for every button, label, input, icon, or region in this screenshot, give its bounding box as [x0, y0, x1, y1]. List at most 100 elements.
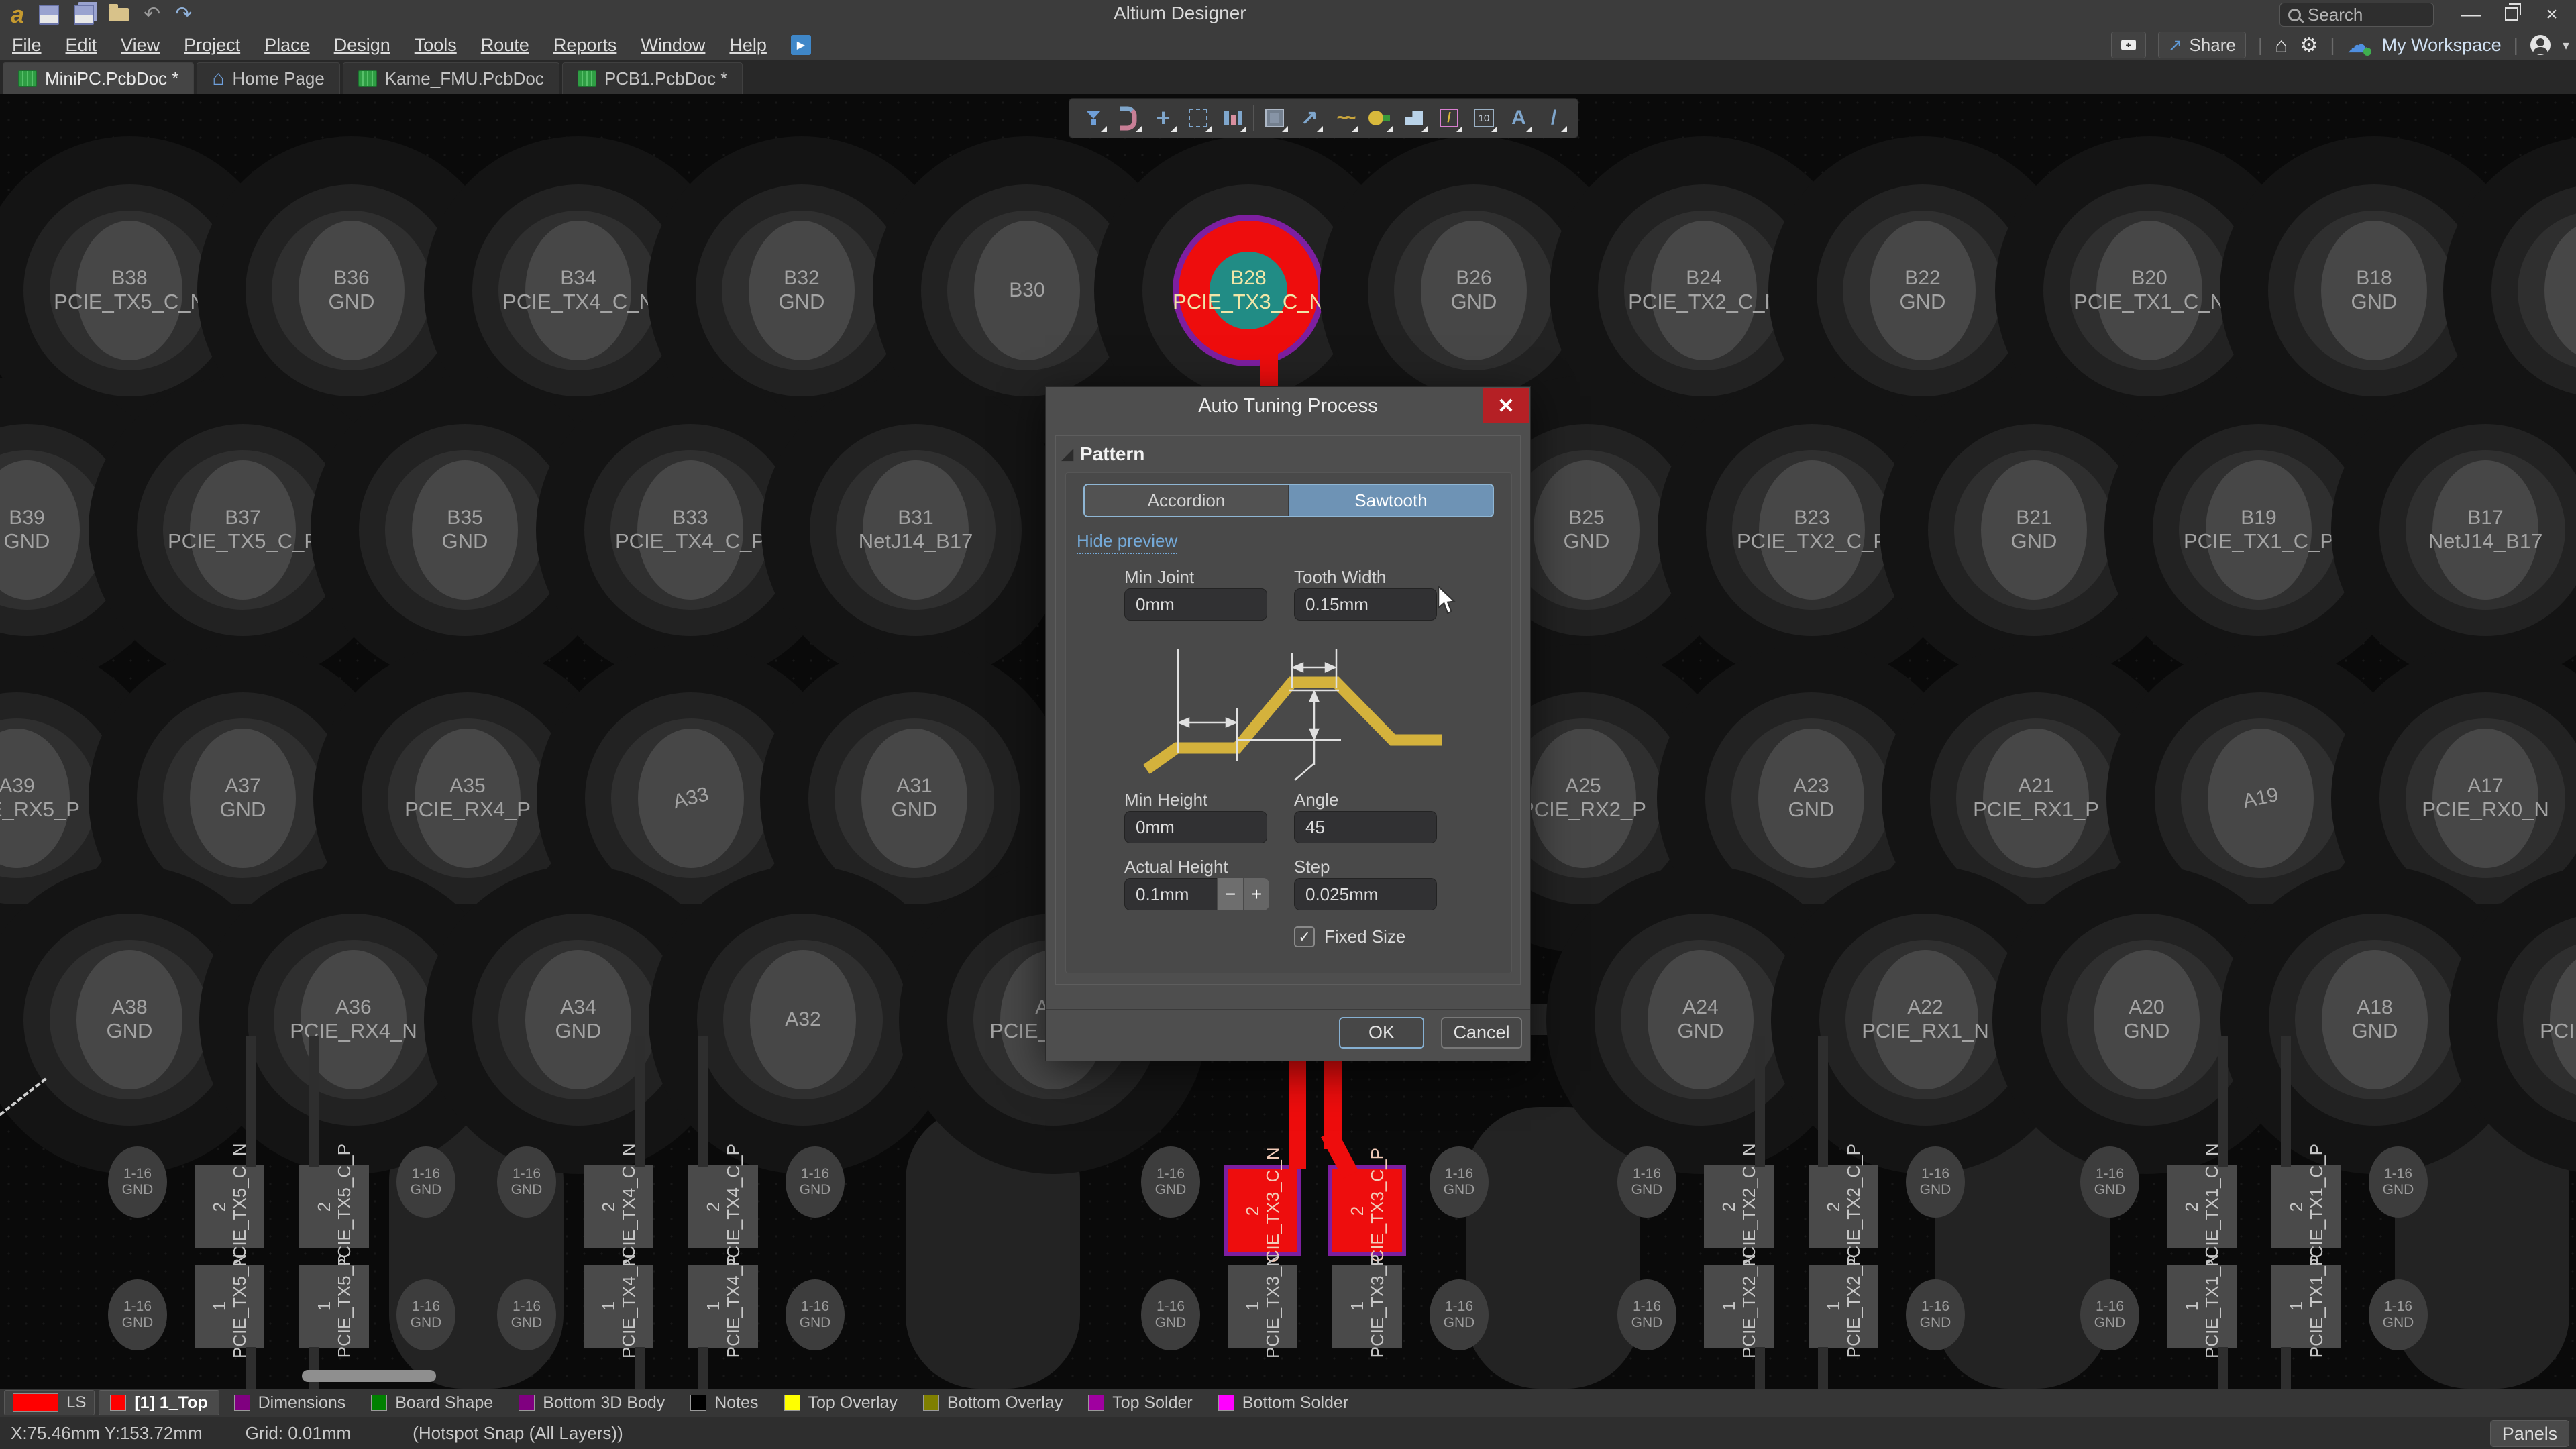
gnd-through-pad[interactable]: 1-16GND: [396, 1146, 455, 1218]
chevron-down-icon[interactable]: ▾: [2563, 37, 2569, 54]
layer-tab-bottom-3d-body[interactable]: Bottom 3D Body: [508, 1391, 676, 1415]
menu-place[interactable]: Place: [264, 35, 310, 56]
layer-tab-top-solder[interactable]: Top Solder: [1077, 1391, 1203, 1415]
layer-tab-dimensions[interactable]: Dimensions: [223, 1391, 357, 1415]
interactive-tune-icon[interactable]: ~~: [1330, 103, 1359, 133]
gnd-through-pad[interactable]: 1-16GND: [1617, 1146, 1676, 1218]
smd-pad-PCIE_TX5_N[interactable]: 1PCIE_TX5_N: [195, 1265, 264, 1348]
measure-icon[interactable]: 10: [1469, 103, 1499, 133]
min-height-input[interactable]: 0mm: [1124, 811, 1267, 843]
smd-pad-PCIE_TX5_C_N[interactable]: 2PCIE_TX5_C_N: [195, 1165, 264, 1248]
gnd-through-pad[interactable]: 1-16GND: [2369, 1279, 2428, 1350]
menu-file[interactable]: File: [12, 35, 42, 56]
layer-tab-board-shape[interactable]: Board Shape: [360, 1391, 504, 1415]
settings-gear-icon[interactable]: ⚙: [2300, 34, 2318, 57]
doc-tab-kame-fmu-pcbdoc[interactable]: Kame_FMU.PcbDoc: [343, 62, 559, 94]
gnd-through-pad[interactable]: 1-16GND: [108, 1279, 167, 1350]
home-icon[interactable]: ⌂: [2275, 33, 2288, 58]
smd-pad-PCIE_TX2_N[interactable]: 1PCIE_TX2_N: [1704, 1265, 1774, 1348]
doc-tab-minipc-pcbdoc-[interactable]: MiniPC.PcbDoc *: [3, 62, 194, 94]
gnd-through-pad[interactable]: 1-16GND: [786, 1279, 845, 1350]
gnd-through-pad[interactable]: 1-16GND: [1430, 1279, 1489, 1350]
panels-button[interactable]: Panels: [2490, 1420, 2569, 1447]
smd-pad-PCIE_TX4_P[interactable]: 1PCIE_TX4_P: [688, 1265, 758, 1348]
save-icon[interactable]: [39, 5, 59, 25]
comment-button[interactable]: +: [2111, 32, 2146, 58]
menu-window[interactable]: Window: [641, 35, 705, 56]
crosshair-tool-icon[interactable]: +: [1148, 103, 1178, 133]
gnd-through-pad[interactable]: 1-16GND: [497, 1146, 556, 1218]
menu-edit[interactable]: Edit: [66, 35, 97, 56]
layer-tab-top-overlay[interactable]: Top Overlay: [773, 1391, 908, 1415]
smd-pad-PCIE_TX4_C_N[interactable]: 2PCIE_TX4_C_N: [584, 1165, 653, 1248]
actual-height-input[interactable]: 0.1mm − +: [1124, 878, 1267, 910]
polygon-pour-icon[interactable]: [1399, 103, 1429, 133]
tab-accordion[interactable]: Accordion: [1085, 485, 1289, 516]
gnd-through-pad[interactable]: 1-16GND: [2080, 1146, 2139, 1218]
share-button[interactable]: ↗ Share: [2158, 32, 2246, 58]
interactive-route-icon[interactable]: ↗: [1295, 103, 1324, 133]
layer-set-tab[interactable]: LS: [4, 1390, 95, 1415]
menu-design[interactable]: Design: [334, 35, 390, 56]
redo-icon[interactable]: ↷: [175, 5, 192, 25]
fixed-size-checkbox[interactable]: ✓: [1294, 926, 1315, 947]
hide-preview-link[interactable]: Hide preview: [1077, 531, 1177, 554]
gnd-through-pad[interactable]: 1-16GND: [1617, 1279, 1676, 1350]
menu-customize-icon[interactable]: ▶: [791, 35, 811, 55]
doc-tab-home-page[interactable]: ⌂Home Page: [197, 62, 339, 94]
gnd-through-pad[interactable]: 1-16GND: [786, 1146, 845, 1218]
smd-pad-PCIE_TX1_C_P[interactable]: 2PCIE_TX1_C_P: [2271, 1165, 2341, 1248]
smd-pad-PCIE_TX5_P[interactable]: 1PCIE_TX5_P: [299, 1265, 369, 1348]
close-button[interactable]: ×: [2532, 3, 2572, 26]
smd-pad-PCIE_TX3_N[interactable]: 1PCIE_TX3_N: [1228, 1265, 1297, 1348]
user-avatar-icon[interactable]: [2530, 35, 2551, 55]
gnd-through-pad[interactable]: 1-16GND: [1906, 1279, 1965, 1350]
smd-pad-PCIE_TX2_C_N[interactable]: 2PCIE_TX2_C_N: [1704, 1165, 1774, 1248]
my-workspace-link[interactable]: My Workspace: [2382, 35, 2502, 56]
layer-tab--1-1-top[interactable]: [1] 1_Top: [99, 1390, 219, 1415]
smd-pad-PCIE_TX1_C_N[interactable]: 2PCIE_TX1_C_N: [2167, 1165, 2237, 1248]
diff-pair-route-icon[interactable]: /: [1434, 103, 1464, 133]
menu-reports[interactable]: Reports: [553, 35, 617, 56]
snap-magnet-icon[interactable]: [1114, 103, 1143, 133]
save-all-icon[interactable]: [74, 5, 94, 25]
select-area-icon[interactable]: [1183, 103, 1213, 133]
smd-pad-PCIE_TX3_C_P[interactable]: 2PCIE_TX3_C_P: [1328, 1165, 1406, 1256]
menu-tools[interactable]: Tools: [415, 35, 457, 56]
smd-pad-PCIE_TX5_C_P[interactable]: 2PCIE_TX5_C_P: [299, 1165, 369, 1248]
filter-tool-icon[interactable]: [1079, 103, 1108, 133]
layer-tab-bottom-solder[interactable]: Bottom Solder: [1208, 1391, 1359, 1415]
layer-tab-bottom-overlay[interactable]: Bottom Overlay: [912, 1391, 1073, 1415]
stepper-plus-button[interactable]: +: [1243, 878, 1269, 910]
tooth-width-input[interactable]: 0.15mm: [1294, 588, 1437, 621]
pattern-section-header[interactable]: ◢ Pattern: [1062, 443, 1144, 465]
minimize-button[interactable]: —: [2451, 3, 2491, 26]
smd-pad-PCIE_TX1_P[interactable]: 1PCIE_TX1_P: [2271, 1265, 2341, 1348]
ok-button[interactable]: OK: [1339, 1017, 1424, 1049]
place-line-icon[interactable]: /: [1539, 103, 1568, 133]
place-component-icon[interactable]: [1260, 103, 1289, 133]
layer-tab-notes[interactable]: Notes: [680, 1391, 769, 1415]
gnd-through-pad[interactable]: 1-16GND: [1141, 1146, 1200, 1218]
menu-project[interactable]: Project: [184, 35, 240, 56]
menu-route[interactable]: Route: [481, 35, 529, 56]
smd-pad-PCIE_TX2_C_P[interactable]: 2PCIE_TX2_C_P: [1809, 1165, 1878, 1248]
gnd-through-pad[interactable]: 1-16GND: [2369, 1146, 2428, 1218]
smd-pad-PCIE_TX4_N[interactable]: 1PCIE_TX4_N: [584, 1265, 653, 1348]
restore-button[interactable]: [2491, 3, 2532, 26]
smd-pad-PCIE_TX3_P[interactable]: 1PCIE_TX3_P: [1332, 1265, 1402, 1348]
smd-pad-PCIE_TX1_N[interactable]: 1PCIE_TX1_N: [2167, 1265, 2237, 1348]
place-string-icon[interactable]: A: [1504, 103, 1534, 133]
cancel-button[interactable]: Cancel: [1441, 1017, 1522, 1049]
search-input[interactable]: Search: [2279, 3, 2434, 27]
tab-sawtooth[interactable]: Sawtooth: [1289, 485, 1493, 516]
dialog-close-button[interactable]: ✕: [1483, 388, 1529, 423]
gnd-through-pad[interactable]: 1-16GND: [1430, 1146, 1489, 1218]
stepper-minus-button[interactable]: −: [1217, 878, 1243, 910]
gnd-through-pad[interactable]: 1-16GND: [2080, 1279, 2139, 1350]
step-input[interactable]: 0.025mm: [1294, 878, 1437, 910]
undo-icon[interactable]: ↶: [144, 5, 160, 25]
gnd-through-pad[interactable]: 1-16GND: [396, 1279, 455, 1350]
smd-pad-PCIE_TX4_C_P[interactable]: 2PCIE_TX4_C_P: [688, 1165, 758, 1248]
gnd-through-pad[interactable]: 1-16GND: [1906, 1146, 1965, 1218]
